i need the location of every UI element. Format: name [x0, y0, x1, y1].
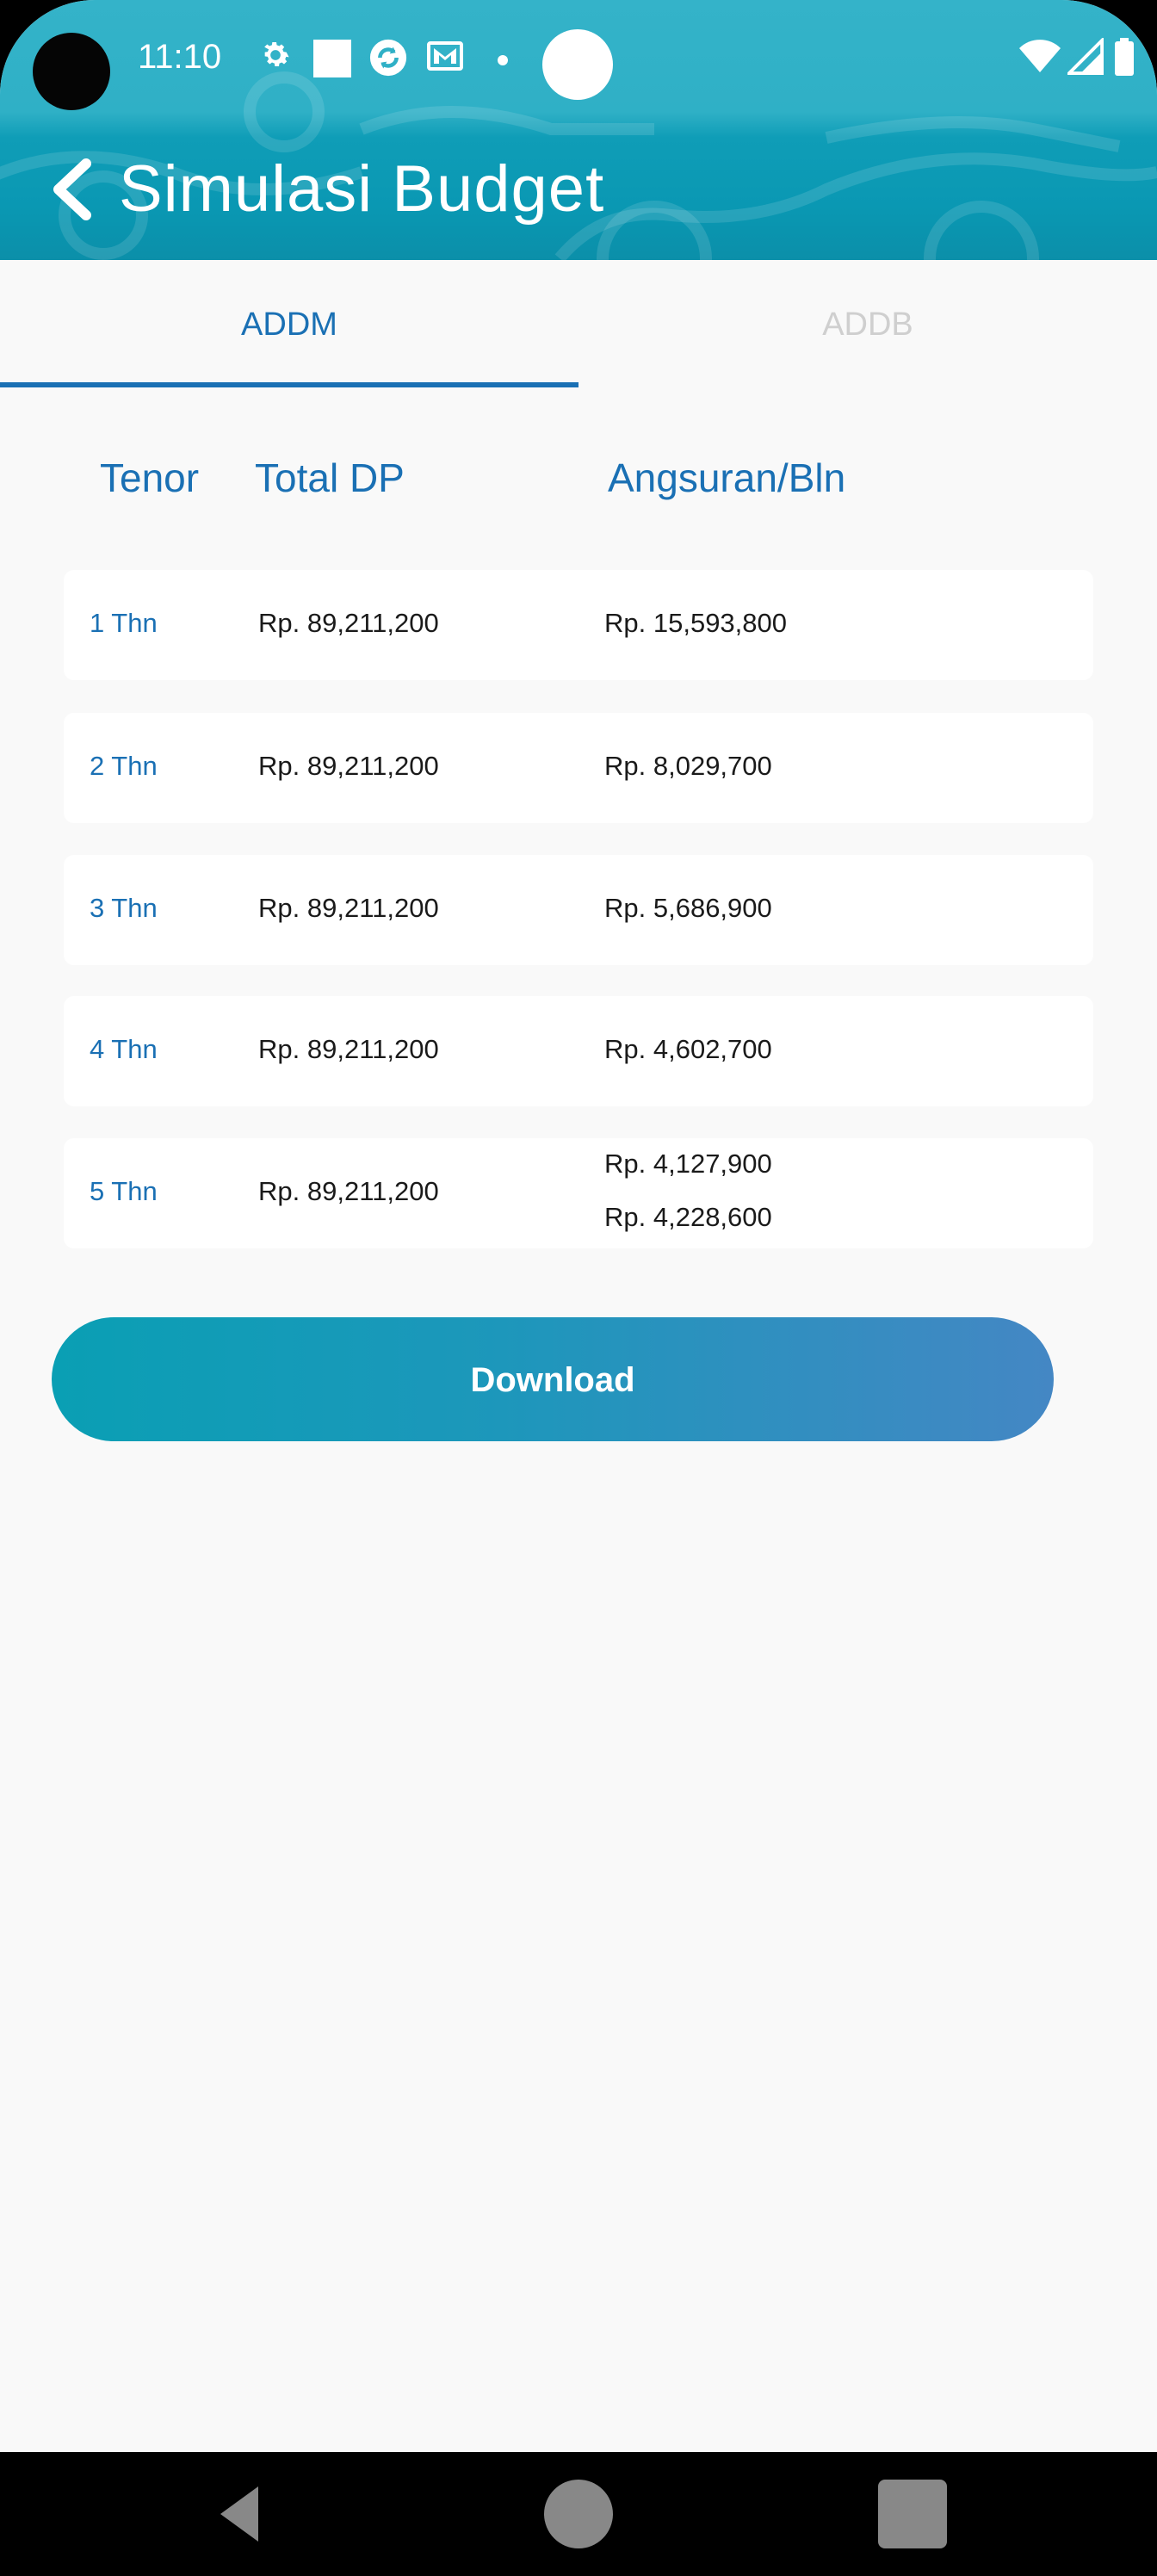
back-arrow-icon[interactable]: [45, 157, 96, 222]
nav-home-icon[interactable]: [544, 2480, 613, 2548]
row-tenor: 2 Thn: [90, 751, 158, 781]
column-header-angsuran: Angsuran/Bln: [608, 455, 846, 500]
table-row: 3 Thn Rp. 89,211,200 Rp. 5,686,900: [64, 855, 1093, 965]
table-row: 5 Thn Rp. 89,211,200 Rp. 4,127,900 Rp. 4…: [64, 1138, 1093, 1248]
row-total-dp: Rp. 89,211,200: [258, 1176, 439, 1206]
nav-back-icon[interactable]: [207, 2480, 275, 2548]
table-row: 4 Thn Rp. 89,211,200 Rp. 4,602,700: [64, 996, 1093, 1106]
row-angsuran: Rp. 5,686,900: [604, 893, 772, 923]
battery-icon: [1115, 38, 1134, 76]
page-title: Simulasi Budget: [119, 152, 605, 226]
row-total-dp: Rp. 89,211,200: [258, 893, 439, 923]
row-angsuran: Rp. 4,127,900: [604, 1149, 772, 1179]
mail-icon: [427, 41, 463, 71]
row-angsuran: Rp. 15,593,800: [604, 608, 788, 638]
system-navigation-bar: [0, 2452, 1157, 2576]
row-angsuran-alt: Rp. 4,228,600: [604, 1202, 772, 1232]
dot-icon: [498, 55, 508, 65]
tab-addb[interactable]: ADDB: [578, 260, 1157, 387]
signal-icon: [1067, 38, 1104, 75]
active-tab-indicator: [0, 382, 578, 387]
square-notification-icon: [313, 40, 351, 77]
row-total-dp: Rp. 89,211,200: [258, 1034, 439, 1064]
column-header-tenor: Tenor: [100, 455, 200, 500]
app-header: 11:10 Simulasi Budget: [0, 0, 1157, 260]
status-bar: 11:10: [0, 0, 1157, 117]
table-row: 1 Thn Rp. 89,211,200 Rp. 15,593,800: [64, 570, 1093, 680]
row-total-dp: Rp. 89,211,200: [258, 751, 439, 781]
row-tenor: 5 Thn: [90, 1176, 158, 1206]
table-row: 2 Thn Rp. 89,211,200 Rp. 8,029,700: [64, 713, 1093, 823]
nav-recents-icon[interactable]: [878, 2480, 947, 2548]
tab-addm[interactable]: ADDM: [0, 260, 578, 387]
status-time: 11:10: [138, 38, 222, 76]
row-tenor: 1 Thn: [90, 608, 158, 638]
sync-icon: [369, 39, 407, 77]
row-tenor: 4 Thn: [90, 1034, 158, 1064]
title-bar: Simulasi Budget: [0, 138, 1157, 241]
row-angsuran: Rp. 4,602,700: [604, 1034, 772, 1064]
wifi-icon: [1019, 40, 1061, 72]
download-button[interactable]: Download: [52, 1317, 1054, 1441]
tab-bar: ADDM ADDB: [0, 260, 1157, 387]
camera-cutout: [33, 33, 110, 110]
row-tenor: 3 Thn: [90, 893, 158, 923]
column-header-total-dp: Total DP: [255, 455, 405, 500]
front-sensor: [542, 29, 613, 100]
row-angsuran: Rp. 8,029,700: [604, 751, 772, 781]
phone-screen: 11:10 Simulasi Budget ADDM ADDB Tenor To…: [0, 0, 1157, 2576]
row-total-dp: Rp. 89,211,200: [258, 608, 439, 638]
settings-icon: [264, 42, 289, 66]
